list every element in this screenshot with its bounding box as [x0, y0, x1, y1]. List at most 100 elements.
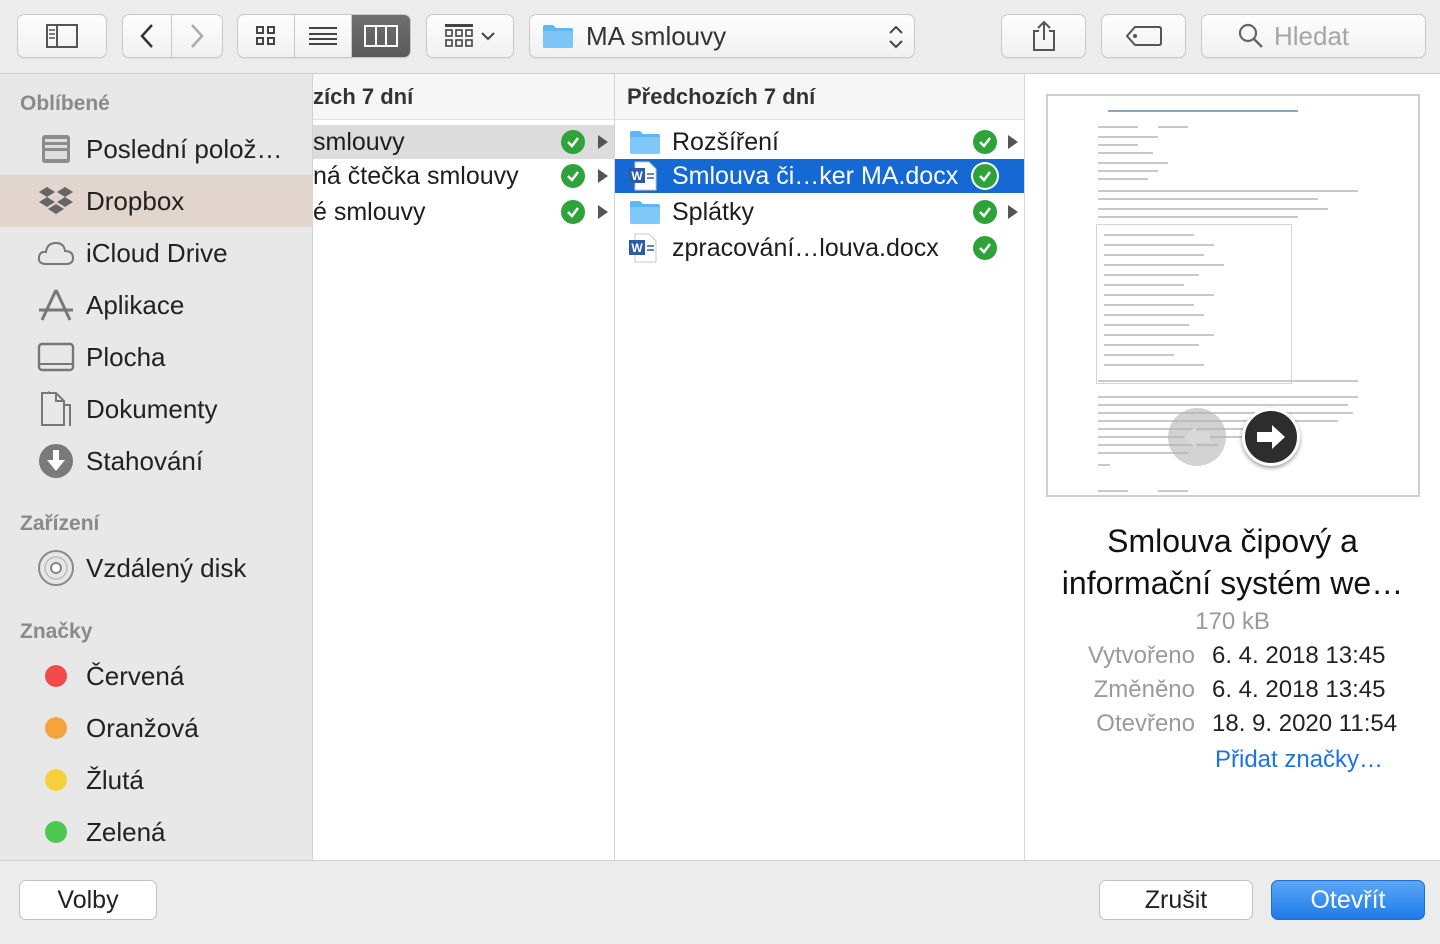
sidebar-item-label: Poslední polož…	[86, 133, 283, 164]
sync-check-icon	[561, 164, 585, 188]
list-item-label: ná čtečka smlouvy	[313, 161, 519, 190]
forward-button[interactable]	[172, 15, 222, 57]
search-field[interactable]: Hledat	[1201, 14, 1426, 58]
list-item-selected[interactable]: W Smlouva či…ker MA.docx	[615, 159, 1024, 193]
list-item[interactable]: W zpracování…louva.docx	[615, 231, 1024, 265]
sync-check-icon	[973, 164, 997, 188]
columns-icon	[363, 25, 398, 47]
share-button[interactable]	[1001, 14, 1086, 58]
chevron-left-icon	[140, 24, 153, 48]
sidebar-item-dropbox[interactable]: Dropbox	[0, 175, 313, 227]
arrange-icon	[445, 24, 495, 47]
path-label: MA smlouvy	[586, 20, 727, 51]
view-mode-control	[237, 14, 411, 58]
green-tag-icon	[45, 821, 67, 843]
icon-view-button[interactable]	[238, 15, 296, 57]
downloads-icon	[36, 441, 76, 481]
previous-page-button[interactable]	[1168, 408, 1226, 466]
sidebar-item-label: Červená	[86, 660, 185, 691]
sidebar-item-tag-yellow[interactable]: Žlutá	[0, 754, 313, 806]
list-item-label: zpracování…louva.docx	[672, 233, 939, 262]
updown-chevron-icon	[889, 25, 903, 49]
preview-pane: Smlouva čipový a informační systém we… 1…	[1025, 74, 1440, 860]
modified-label: Změněno	[1093, 676, 1195, 703]
search-placeholder: Hledat	[1274, 20, 1350, 51]
tags-button[interactable]	[1101, 14, 1186, 58]
arrow-right-icon	[1257, 425, 1285, 449]
sync-check-icon	[973, 200, 997, 224]
disclosure-arrow-icon	[1008, 135, 1018, 149]
share-icon	[1032, 20, 1055, 51]
sidebar-item-desktop[interactable]: Plocha	[0, 331, 313, 383]
sidebar-item-label: Dokumenty	[86, 393, 218, 424]
file-size: 170 kB	[1195, 608, 1270, 635]
options-button[interactable]: Volby	[19, 880, 157, 920]
chevron-right-icon	[191, 24, 204, 48]
disclosure-arrow-icon	[598, 205, 608, 219]
sidebar-item-label: Plocha	[86, 341, 166, 372]
dialog-button-bar: Volby Zrušit Otevřít	[0, 860, 1440, 944]
sidebar-item-label: Stahování	[86, 445, 204, 476]
list-item-label: Smlouva či…ker MA.docx	[672, 161, 959, 190]
list-item-label: Rozšíření	[672, 127, 779, 156]
list-item-label: smlouvy	[313, 127, 405, 156]
sidebar-item-downloads[interactable]: Stahování	[0, 435, 313, 487]
applications-icon	[36, 285, 76, 325]
sidebar-item-applications[interactable]: Aplikace	[0, 279, 313, 331]
column-view-button[interactable]	[351, 15, 410, 57]
sidebar-item-remote-disc[interactable]: Vzdálený disk	[0, 542, 313, 594]
sidebar-item-tag-orange[interactable]: Oranžová	[0, 702, 313, 754]
sync-check-icon	[561, 130, 585, 154]
path-popup[interactable]: MA smlouvy	[529, 14, 915, 58]
cancel-button[interactable]: Zrušit	[1099, 880, 1253, 920]
sidebar-section-tags: Značky	[20, 620, 93, 643]
sidebar-item-recents[interactable]: Poslední polož…	[0, 123, 313, 175]
sidebar-item-label: Zelená	[86, 816, 166, 847]
red-tag-icon	[45, 665, 67, 687]
group-by-button[interactable]	[426, 14, 514, 58]
sidebar-item-tag-green[interactable]: Zelená	[0, 806, 313, 858]
browser-column-2[interactable]: Předchozích 7 dní Rozšíření W Smlouva či…	[615, 74, 1025, 860]
list-item[interactable]: Splátky	[615, 195, 1024, 229]
sidebar-item-label: Vzdálený disk	[86, 552, 247, 583]
preview-title-line1: Smlouva čipový a	[1107, 523, 1358, 559]
sidebar-section-devices: Zařízení	[20, 512, 100, 535]
sync-check-icon	[973, 236, 997, 260]
next-page-button[interactable]	[1242, 408, 1300, 466]
document-thumbnail[interactable]	[1046, 94, 1420, 497]
toolbar: MA smlouvy Hledat	[0, 0, 1440, 74]
column-header: zích 7 dní	[313, 74, 614, 120]
list-view-button[interactable]	[295, 15, 352, 57]
tag-dot-container	[36, 760, 76, 800]
folder-icon	[630, 201, 660, 224]
created-value: 6. 4. 2018 13:45	[1212, 642, 1386, 669]
disclosure-arrow-icon	[598, 135, 608, 149]
tag-icon	[1125, 26, 1162, 46]
list-item[interactable]: Rozšíření	[615, 125, 1024, 159]
search-icon	[1238, 23, 1263, 48]
sidebar-item-tag-red[interactable]: Červená	[0, 650, 313, 702]
list-item[interactable]: ná čtečka smlouvy	[313, 159, 614, 193]
folder-icon	[543, 25, 573, 48]
list-item[interactable]: é smlouvy	[313, 195, 614, 229]
sidebar-item-documents[interactable]: Dokumenty	[0, 383, 313, 435]
back-forward-control	[122, 14, 223, 58]
sidebar-icon	[46, 24, 78, 48]
sidebar-item-label: Aplikace	[86, 289, 185, 320]
orange-tag-icon	[45, 717, 67, 739]
browser-column-1[interactable]: zích 7 dní smlouvy ná čtečka smlouvy é s…	[313, 74, 615, 860]
column-header: Předchozích 7 dní	[615, 74, 1024, 120]
word-document-icon: W	[629, 161, 657, 191]
sidebar-item-icloud-drive[interactable]: iCloud Drive	[0, 227, 313, 279]
sync-check-icon	[561, 200, 585, 224]
svg-text:W: W	[631, 241, 643, 255]
recents-icon	[36, 129, 76, 169]
list-item[interactable]: smlouvy	[313, 125, 614, 159]
dropbox-icon	[36, 181, 76, 221]
sidebar-toggle-button[interactable]	[17, 14, 107, 58]
opened-label: Otevřeno	[1096, 710, 1195, 737]
back-button[interactable]	[123, 15, 173, 57]
open-button[interactable]: Otevřít	[1271, 880, 1425, 920]
add-tags-link[interactable]: Přidat značky…	[1215, 746, 1383, 774]
modified-value: 6. 4. 2018 13:45	[1212, 676, 1386, 703]
